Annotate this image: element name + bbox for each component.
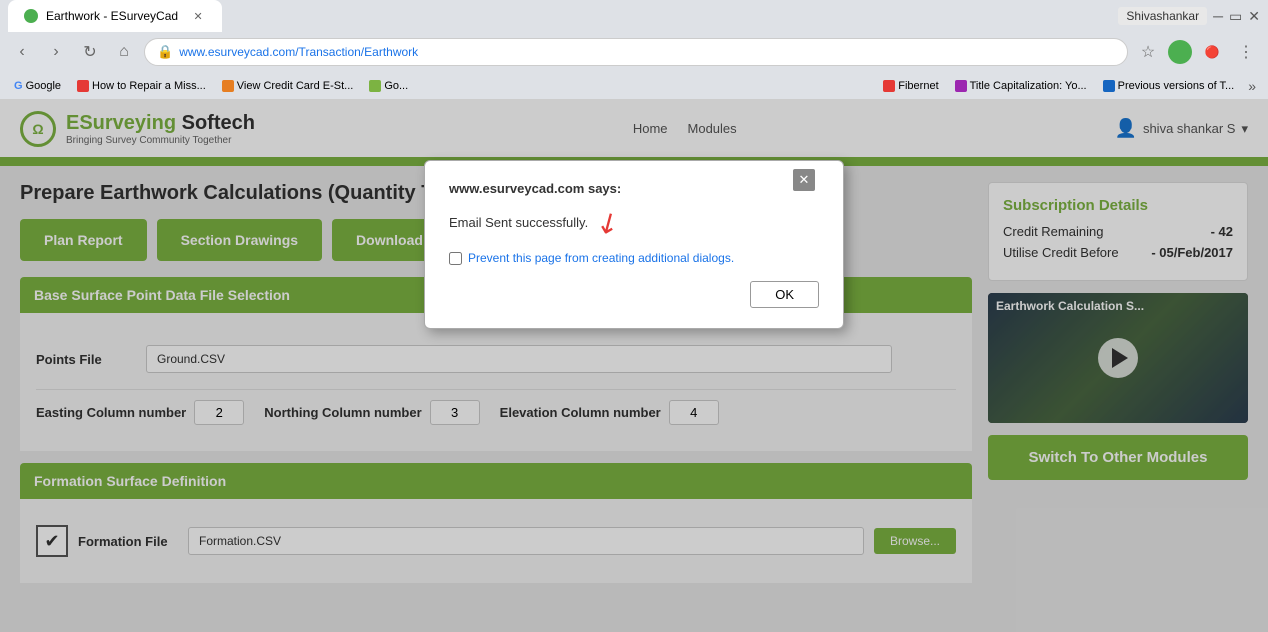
favicon xyxy=(24,9,38,23)
title-bar: Earthwork - ESurveyCad ✕ Shivashankar ─ … xyxy=(0,0,1268,32)
close-window-button[interactable]: ✕ xyxy=(1248,8,1260,25)
bookmark-label: How to Repair a Miss... xyxy=(92,80,206,92)
back-button[interactable]: ‹ xyxy=(8,38,36,66)
restore-button[interactable]: ▭ xyxy=(1229,8,1242,25)
address-bar-row: ‹ › ↻ ⌂ 🔒 www.esurveycad.com/Transaction… xyxy=(0,32,1268,72)
forward-button[interactable]: › xyxy=(42,38,70,66)
address-bar[interactable]: 🔒 www.esurveycad.com/Transaction/Earthwo… xyxy=(144,38,1128,66)
dialog-ok-button[interactable]: OK xyxy=(750,281,819,308)
bookmark-icon xyxy=(955,80,967,92)
bookmark-button[interactable]: ☆ xyxy=(1134,38,1162,66)
dialog-arrow-icon: ↙ xyxy=(590,202,627,242)
bookmark-go[interactable]: Go... xyxy=(363,78,414,94)
user-name: Shivashankar xyxy=(1118,7,1207,25)
dialog-overlay: ✕ www.esurveycad.com says: Email Sent su… xyxy=(0,100,1268,632)
reload-button[interactable]: ↻ xyxy=(76,38,104,66)
bookmark-repair[interactable]: How to Repair a Miss... xyxy=(71,78,212,94)
dialog-button-row: OK xyxy=(449,281,819,308)
home-button[interactable]: ⌂ xyxy=(110,38,138,66)
dialog-message: Email Sent successfully. ↙ xyxy=(449,206,819,239)
url-text: www.esurveycad.com/Transaction/Earthwork xyxy=(179,45,418,59)
bookmark-fibernet[interactable]: Fibernet xyxy=(877,78,944,94)
dialog-checkbox-row: Prevent this page from creating addition… xyxy=(449,251,819,265)
minimize-button[interactable]: ─ xyxy=(1213,8,1223,24)
dialog-box: ✕ www.esurveycad.com says: Email Sent su… xyxy=(424,160,844,329)
bookmark-prev-versions[interactable]: Previous versions of T... xyxy=(1097,78,1241,94)
bookmark-label: Title Capitalization: Yo... xyxy=(970,80,1087,92)
bookmarks-bar: G Google How to Repair a Miss... View Cr… xyxy=(0,72,1268,100)
tab-title: Earthwork - ESurveyCad xyxy=(46,9,178,23)
bookmark-title-cap[interactable]: Title Capitalization: Yo... xyxy=(949,78,1093,94)
dialog-close-button[interactable]: ✕ xyxy=(793,169,815,191)
bookmark-icon xyxy=(369,80,381,92)
tab-close-button[interactable]: ✕ xyxy=(190,8,206,24)
dialog-title: www.esurveycad.com says: xyxy=(449,181,819,196)
bookmark-icon xyxy=(883,80,895,92)
bookmark-icon xyxy=(1103,80,1115,92)
bookmark-label: Go... xyxy=(384,80,408,92)
page-content: Ω ESurveying Softech Bringing Survey Com… xyxy=(0,100,1268,632)
bookmark-label: View Credit Card E-St... xyxy=(237,80,354,92)
dialog-checkbox-label: Prevent this page from creating addition… xyxy=(468,251,734,265)
extensions-button[interactable]: 🔴 xyxy=(1198,38,1226,66)
dialog-message-text: Email Sent successfully. xyxy=(449,215,588,230)
bookmark-icon xyxy=(77,80,89,92)
dialog-checkbox[interactable] xyxy=(449,252,462,265)
bookmark-label: Fibernet xyxy=(898,80,938,92)
menu-button[interactable]: ⋮ xyxy=(1232,38,1260,66)
profile-icon xyxy=(1168,40,1192,64)
bookmark-icon xyxy=(222,80,234,92)
bookmark-credit-card[interactable]: View Credit Card E-St... xyxy=(216,78,360,94)
bookmark-google[interactable]: G Google xyxy=(8,78,67,94)
more-bookmarks[interactable]: » xyxy=(1244,78,1260,94)
bookmark-label: Previous versions of T... xyxy=(1118,80,1235,92)
bookmark-label: Google xyxy=(26,80,61,92)
browser-tab[interactable]: Earthwork - ESurveyCad ✕ xyxy=(8,0,222,32)
